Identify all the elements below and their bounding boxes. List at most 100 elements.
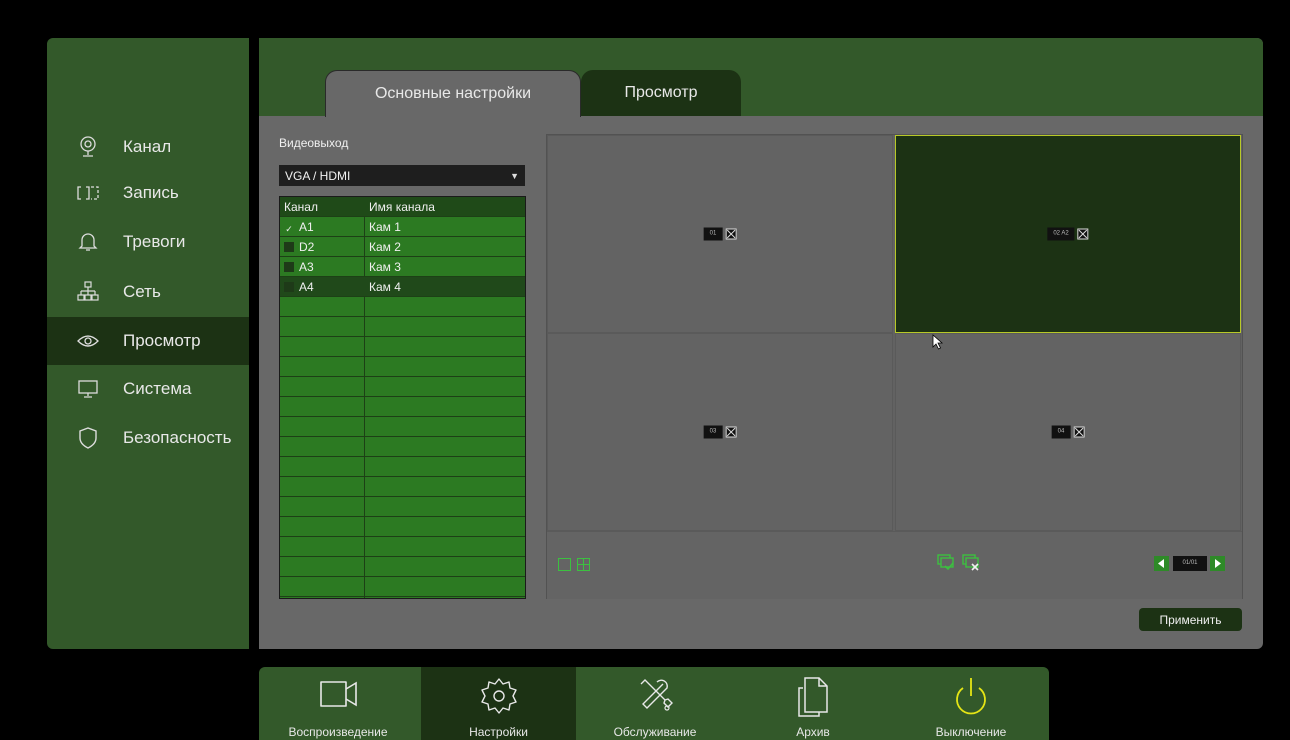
checkbox[interactable] — [284, 262, 294, 272]
sidebar-item-label: Тревоги — [123, 232, 186, 251]
table-row-empty — [280, 417, 525, 437]
arrow-left-icon — [1158, 559, 1164, 568]
table-header: Канал Имя канала — [280, 197, 525, 217]
network-icon — [77, 281, 99, 303]
sidebar-item-label: Запись — [123, 183, 179, 202]
table-row-empty — [280, 437, 525, 457]
dock-maintenance[interactable]: Обслуживание — [576, 667, 734, 740]
table-row-empty — [280, 537, 525, 557]
sidebar-item-record[interactable]: Запись — [47, 169, 249, 217]
camera-icon — [77, 136, 99, 158]
preview-cell-selected[interactable]: 02 A2 — [895, 135, 1241, 333]
preview-cell[interactable]: 03 — [547, 333, 893, 531]
sidebar-item-system[interactable]: Система — [47, 365, 249, 413]
page-prev-button[interactable] — [1154, 556, 1169, 571]
preview-area: 01 02 A2 03 04 01/01 — [546, 134, 1243, 599]
table-row-empty — [280, 317, 525, 337]
cell-number: 03 — [703, 425, 723, 439]
preview-cell[interactable]: 04 — [895, 333, 1241, 531]
cell-number: 01 — [703, 227, 723, 241]
dock-power[interactable]: Выключение — [892, 667, 1050, 740]
close-icon[interactable] — [1073, 426, 1085, 438]
video-output-select[interactable]: VGA / HDMI ▼ — [279, 165, 525, 186]
sidebar-item-label: Безопасность — [123, 428, 232, 447]
header-channel: Канал — [284, 200, 318, 214]
table-row-empty — [280, 377, 525, 397]
sidebar-item-label: Просмотр — [123, 331, 201, 350]
sidebar-item-label: Система — [123, 379, 192, 398]
sidebar-item-network[interactable]: Сеть — [47, 268, 249, 316]
cell-badge: 04 — [1051, 425, 1085, 439]
layout-single-button[interactable] — [558, 558, 571, 571]
monitor-icon — [77, 378, 99, 400]
dock-label: Воспроизведение — [288, 725, 388, 739]
cell-badge: 03 — [703, 425, 737, 439]
channel-table: Канал Имя канала ✓ A1 Кам 1 D2 Кам 2 A3 К… — [279, 196, 526, 599]
dock-label: Архив — [796, 725, 830, 739]
tab-bar: Основные настройки Просмотр — [259, 38, 1263, 117]
close-icon[interactable] — [1077, 228, 1089, 240]
channel-name: Кам 2 — [369, 240, 401, 254]
header-channel-name: Имя канала — [369, 200, 435, 214]
cell-number: 04 — [1051, 425, 1071, 439]
layout-quad-button[interactable] — [577, 558, 590, 571]
table-row-empty — [280, 297, 525, 317]
tab-general-settings[interactable]: Основные настройки — [325, 70, 581, 117]
checkbox[interactable] — [284, 242, 294, 252]
table-row-empty — [280, 477, 525, 497]
table-row[interactable]: ✓ A1 Кам 1 — [280, 217, 525, 237]
preview-cell[interactable]: 01 — [547, 135, 893, 333]
channel-name: Кам 1 — [369, 220, 401, 234]
settings-panel: Основные настройки Просмотр Видеовыход V… — [259, 38, 1263, 649]
table-row[interactable]: A4 Кам 4 — [280, 277, 525, 297]
table-row-empty — [280, 577, 525, 597]
bottom-dock: Воспроизведение Настройки Обслуживание А… — [259, 667, 1049, 740]
preview-toolbar: 01/01 — [547, 531, 1242, 599]
sidebar-item-channel[interactable]: Канал — [47, 123, 249, 171]
table-row-empty — [280, 557, 525, 577]
table-row-empty — [280, 357, 525, 377]
cell-number: 02 A2 — [1047, 227, 1075, 241]
sidebar-item-view[interactable]: Просмотр — [47, 317, 249, 365]
table-row[interactable]: A3 Кам 3 — [280, 257, 525, 277]
sidebar-item-label: Сеть — [123, 282, 161, 301]
apply-all-icon[interactable] — [937, 554, 955, 577]
sidebar: Канал Запись Тревоги Сеть Просмотр Систе… — [47, 38, 249, 649]
video-output-label: Видеовыход — [279, 136, 349, 150]
page-next-button[interactable] — [1210, 556, 1225, 571]
sidebar-item-security[interactable]: Безопасность — [47, 414, 249, 462]
dock-settings[interactable]: Настройки — [421, 667, 576, 740]
checkbox-checked[interactable]: ✓ — [284, 224, 294, 234]
arrow-right-icon — [1215, 559, 1221, 568]
gear-icon — [479, 676, 519, 721]
table-row-empty — [280, 517, 525, 537]
shield-icon — [77, 427, 99, 449]
video-output-value: VGA / HDMI — [285, 168, 351, 183]
power-icon — [951, 676, 991, 723]
channel-id: A1 — [299, 220, 314, 234]
cell-badge: 01 — [703, 227, 737, 241]
dock-label: Настройки — [469, 725, 528, 739]
table-row[interactable]: D2 Кам 2 — [280, 237, 525, 257]
close-icon[interactable] — [725, 426, 737, 438]
table-row-empty — [280, 497, 525, 517]
channel-id: A4 — [299, 280, 314, 294]
sidebar-item-alarms[interactable]: Тревоги — [47, 218, 249, 266]
video-camera-icon — [308, 676, 368, 715]
apply-button[interactable]: Применить — [1139, 608, 1242, 631]
checkbox[interactable] — [284, 282, 294, 292]
table-row-empty — [280, 457, 525, 477]
tab-view[interactable]: Просмотр — [581, 70, 741, 116]
clear-all-icon[interactable] — [962, 554, 980, 577]
record-icon — [77, 182, 99, 204]
channel-name: Кам 3 — [369, 260, 401, 274]
dock-label: Обслуживание — [613, 725, 697, 739]
eye-icon — [77, 330, 99, 352]
mouse-cursor-icon — [932, 334, 944, 355]
dock-playback[interactable]: Воспроизведение — [259, 667, 417, 740]
channel-id: A3 — [299, 260, 314, 274]
dock-archive[interactable]: Архив — [734, 667, 892, 740]
table-row-empty — [280, 397, 525, 417]
chevron-down-icon: ▼ — [510, 171, 519, 181]
close-icon[interactable] — [725, 228, 737, 240]
